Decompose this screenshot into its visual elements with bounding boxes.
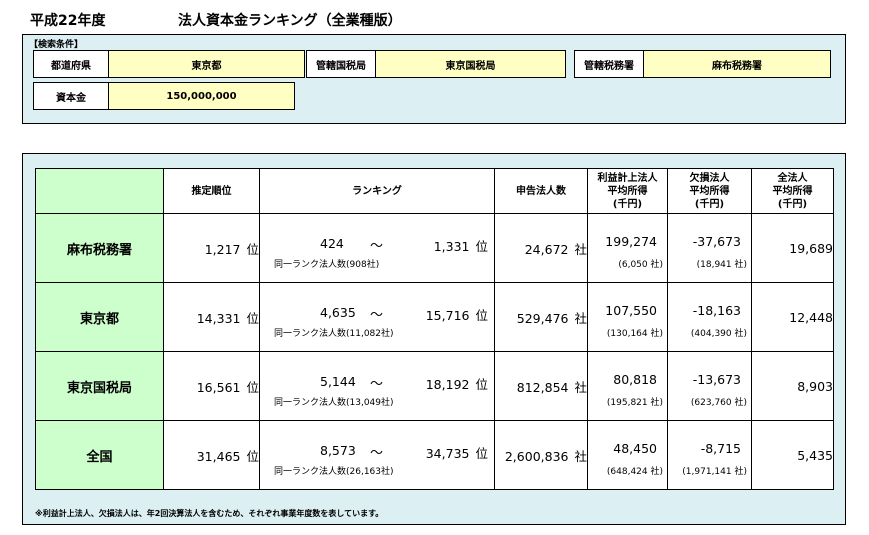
rank-low: 8,573 [320,443,356,458]
capital-label: 資本金 [34,83,109,109]
rank-tilde: ～ [370,239,384,254]
loss-avg-cell: -13,673 (623,760 社) [667,351,752,421]
row-label: 東京都 [35,282,164,352]
header-ranking: ランキング [259,168,495,214]
header-corner [35,168,164,214]
table-row: 東京都 14,331 位 4,635 ～ 15,716 位 同一ランク法人数(11,… [35,282,834,352]
estimated-rank-cell: 14,331 位 [163,282,260,352]
ranking-range-cell: 5,144 ～ 18,192 位 同一ランク法人数(13,049社) [259,351,495,421]
filing-count-cell: 812,854 社 [494,351,588,421]
rank-tilde: ～ [370,377,384,392]
prefecture-label: 都道府県 [34,51,109,77]
all-avg-cell: 5,435 [751,420,834,490]
office-label: 管轄税務署 [575,51,644,77]
ranking-table: 推定順位 ランキング 申告法人数 利益計上法人 平均所得 (千円) 欠損法人 平… [35,168,834,490]
prefecture-condition: 都道府県 東京都 [33,50,305,78]
rank-high: 15,716 位 [425,308,488,323]
office-value: 麻布税務署 [644,51,830,77]
table-row: 東京国税局 16,561 位 5,144 ～ 18,192 位 同一ランク法人数(1… [35,351,834,421]
estimated-rank-cell: 31,465 位 [163,420,260,490]
header-profit-avg: 利益計上法人 平均所得 (千円) [587,168,668,214]
capital-value: 150,000,000 [109,83,294,109]
rank-low: 424 [320,236,344,251]
all-avg-cell: 8,903 [751,351,834,421]
bureau-condition: 管轄国税局 東京国税局 [306,50,566,78]
filing-count-cell: 2,600,836 社 [494,420,588,490]
rank-low: 5,144 [320,374,356,389]
bureau-label: 管轄国税局 [307,51,376,77]
ranking-range-cell: 424 ～ 1,331 位 同一ランク法人数(908社) [259,213,495,283]
row-label: 東京国税局 [35,351,164,421]
filing-count-cell: 24,672 社 [494,213,588,283]
ranking-range-cell: 8,573 ～ 34,735 位 同一ランク法人数(26,163社) [259,420,495,490]
loss-avg-cell: -18,163 (404,390 社) [667,282,752,352]
office-condition: 管轄税務署 麻布税務署 [574,50,831,78]
rank-tilde: ～ [370,308,384,323]
table-row: 全国 31,465 位 8,573 ～ 34,735 位 同一ランク法人数(26,1… [35,420,834,490]
same-rank-count: 同一ランク法人数(908社) [274,260,380,270]
rank-high: 34,735 位 [425,446,488,461]
fiscal-year: 平成22年度 [30,13,106,29]
bureau-value: 東京国税局 [376,51,565,77]
profit-avg-cell: 80,818 (195,821 社) [587,351,668,421]
row-label: 全国 [35,420,164,490]
all-avg-cell: 12,448 [751,282,834,352]
header-all-avg: 全法人 平均所得 (千円) [751,168,834,214]
footnote: ※利益計上法人、欠損法人は、年2回決算法人を含むため、それぞれ事業年度数を表して… [35,509,384,518]
search-conditions-panel: 【検索条件】 都道府県 東京都 管轄国税局 東京国税局 管轄税務署 麻布税務署 … [22,34,846,124]
table-header-row: 推定順位 ランキング 申告法人数 利益計上法人 平均所得 (千円) 欠損法人 平… [35,168,834,214]
all-avg-cell: 19,689 [751,213,834,283]
filing-count-cell: 529,476 社 [494,282,588,352]
row-label: 麻布税務署 [35,213,164,283]
loss-avg-cell: -37,673 (18,941 社) [667,213,752,283]
same-rank-count: 同一ランク法人数(13,049社) [274,398,394,408]
capital-condition: 資本金 150,000,000 [33,82,295,110]
estimated-rank-cell: 1,217 位 [163,213,260,283]
rank-low: 4,635 [320,305,356,320]
search-conditions-heading: 【検索条件】 [29,40,84,50]
same-rank-count: 同一ランク法人数(11,082社) [274,329,394,339]
ranking-range-cell: 4,635 ～ 15,716 位 同一ランク法人数(11,082社) [259,282,495,352]
header-estimated-rank: 推定順位 [163,168,260,214]
rank-high: 18,192 位 [425,377,488,392]
header-loss-avg: 欠損法人 平均所得 (千円) [667,168,752,214]
table-row: 麻布税務署 1,217 位 424 ～ 1,331 位 同一ランク法人数(908社)… [35,213,834,283]
profit-avg-cell: 48,450 (648,424 社) [587,420,668,490]
loss-avg-cell: -8,715 (1,971,141 社) [667,420,752,490]
profit-avg-cell: 199,274 (6,050 社) [587,213,668,283]
page-title: 法人資本金ランキング（全業種版） [178,13,402,29]
profit-avg-cell: 107,550 (130,164 社) [587,282,668,352]
header-filing-count: 申告法人数 [494,168,588,214]
same-rank-count: 同一ランク法人数(26,163社) [274,467,394,477]
results-panel: 推定順位 ランキング 申告法人数 利益計上法人 平均所得 (千円) 欠損法人 平… [22,153,846,525]
estimated-rank-cell: 16,561 位 [163,351,260,421]
rank-high: 1,331 位 [433,239,488,254]
prefecture-value: 東京都 [109,51,304,77]
rank-tilde: ～ [370,446,384,461]
